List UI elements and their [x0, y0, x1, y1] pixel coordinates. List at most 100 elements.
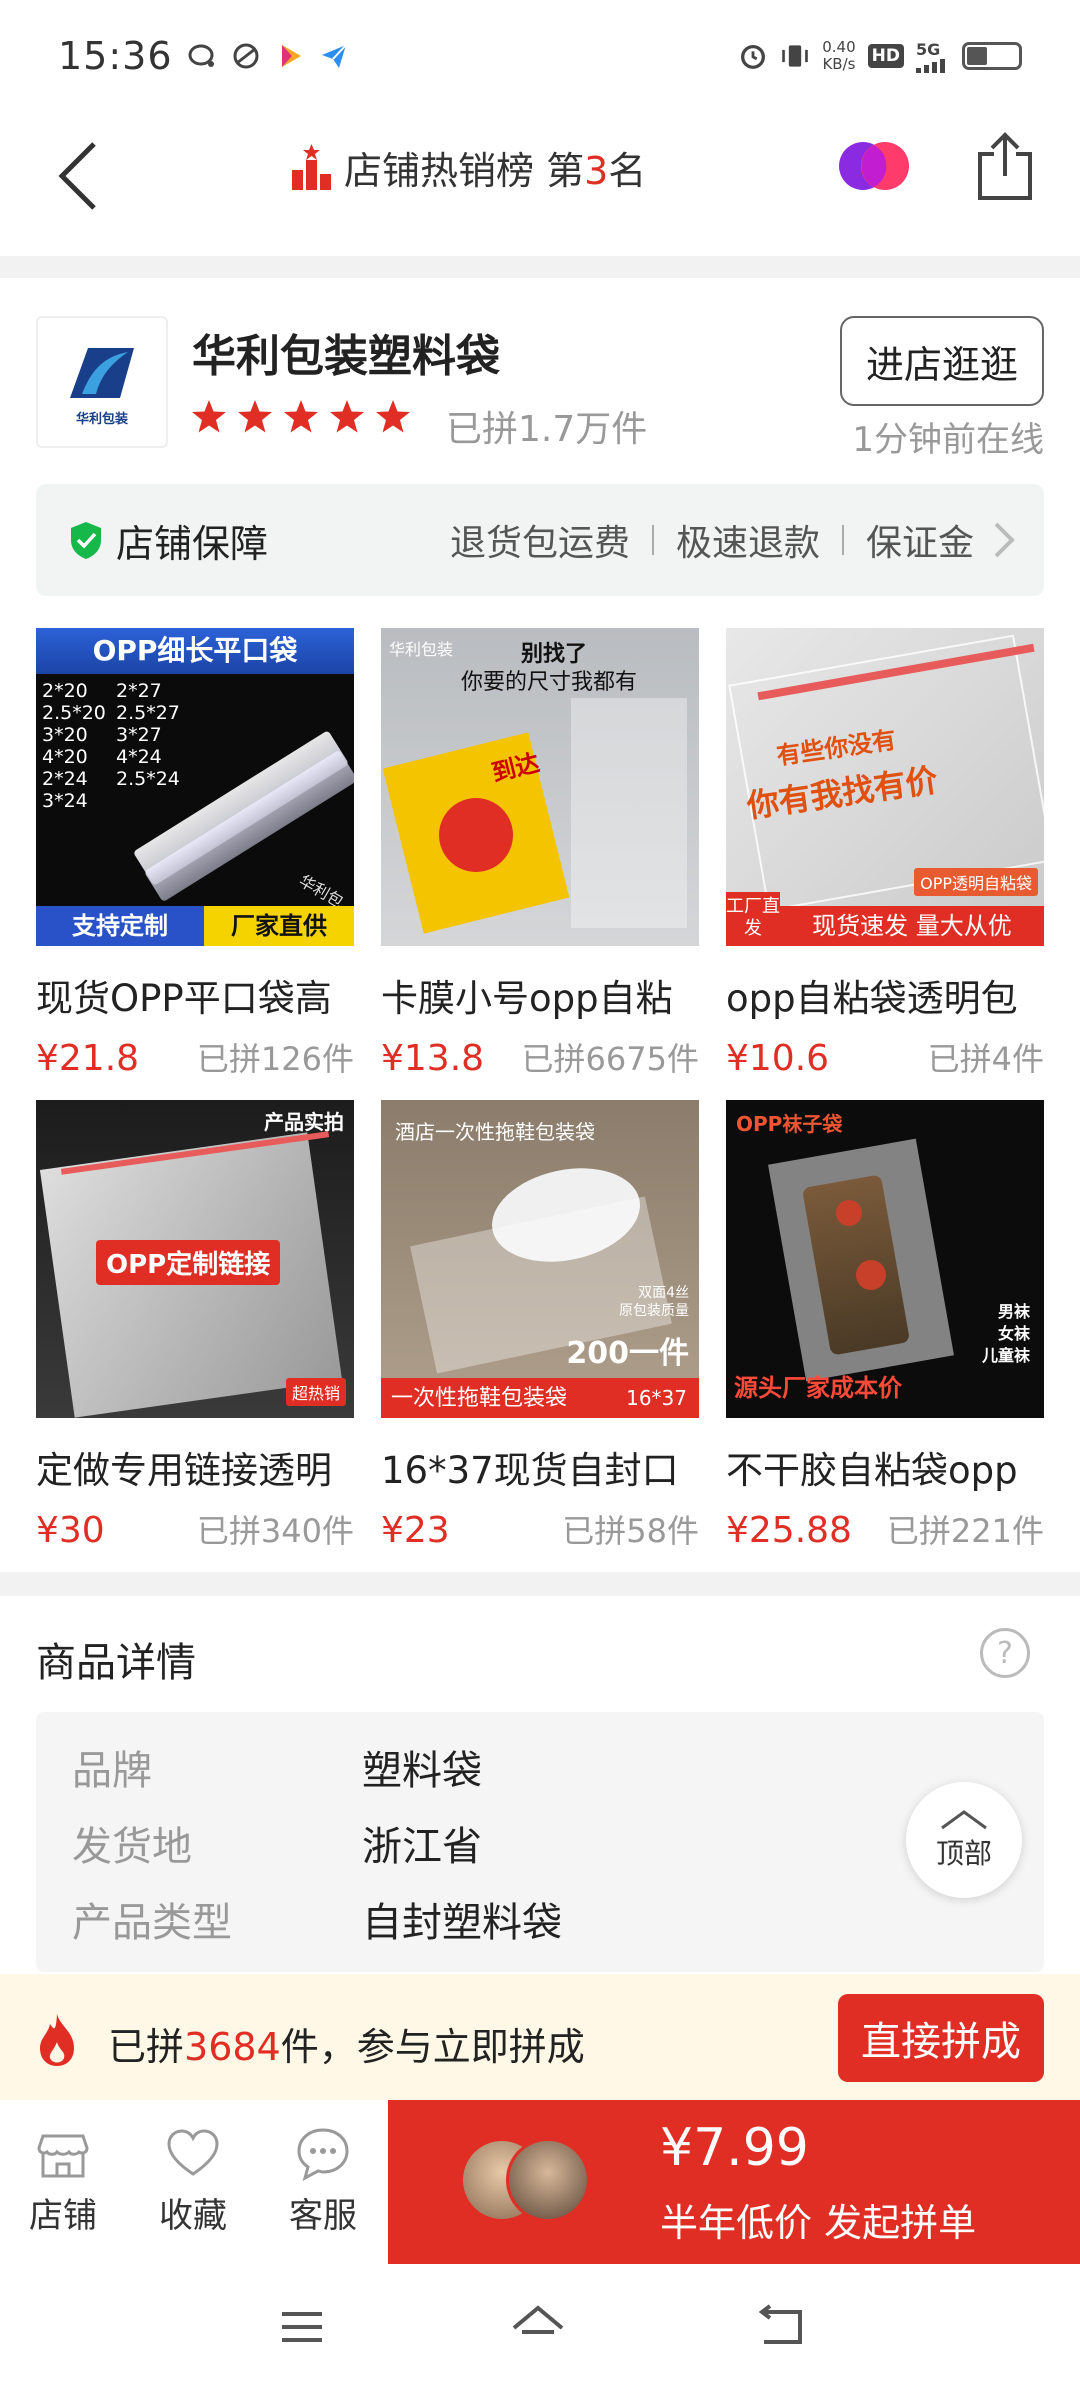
status-bar: 15:36 0.40 KB/s HD 5G — [0, 0, 1080, 112]
system-nav-bar — [0, 2264, 1080, 2388]
product-card[interactable]: 酒店一次性拖鞋包装袋 双面4丝 原包装质量 200一件 一次性拖鞋包装袋 16*… — [381, 1100, 699, 1552]
page-title[interactable]: 店铺热销榜 第3名 — [290, 140, 646, 195]
loop-app-icon — [231, 41, 261, 71]
group-buy-banner: 已拼3684件，参与立即拼成 直接拼成 — [0, 1974, 1080, 2100]
details-row: 发货地 浙江省 — [72, 1824, 482, 1870]
product-card[interactable]: OPP袜子袋 男袜 女袜 儿童袜 源头厂家成本价 不干胶自粘袋opp ¥25.8… — [726, 1100, 1044, 1552]
product-title: 定做专用链接透明 — [36, 1449, 332, 1492]
product-image: 产品实拍 OPP定制链接 超热销 — [36, 1100, 354, 1418]
back-to-top-button[interactable]: 顶部 — [906, 1782, 1022, 1898]
home-nav-button[interactable] — [508, 2302, 568, 2352]
back-button[interactable] — [50, 136, 110, 216]
back-icon — [758, 2304, 802, 2344]
product-sold: 已拼340件 — [196, 1512, 354, 1550]
product-sold: 已拼6675件 — [521, 1040, 699, 1078]
size-label: 3*24 — [42, 790, 88, 812]
product-image: 酒店一次性拖鞋包装袋 双面4丝 原包装质量 200一件 一次性拖鞋包装袋 16*… — [381, 1100, 699, 1418]
product-card[interactable]: 华利包装 别找了 你要的尺寸我都有 到达 卡膜小号opp自粘 ¥13.8 已拼66… — [381, 628, 699, 1080]
star-icon — [238, 400, 272, 433]
separator — [841, 525, 844, 555]
flame-icon — [40, 2014, 74, 2066]
size-label: 2*27 — [116, 680, 162, 702]
product-card[interactable]: 产品实拍 OPP定制链接 超热销 定做专用链接透明 ¥30 已拼340件 — [36, 1100, 354, 1552]
avatar — [506, 2138, 590, 2222]
details-row: 品牌 塑料袋 — [72, 1748, 482, 1794]
tab-customer-service[interactable]: 客服 — [268, 2126, 378, 2237]
size-label: 2.5*24 — [116, 768, 180, 790]
heart-icon — [167, 2129, 219, 2176]
enter-shop-button[interactable]: 进店逛逛 — [840, 316, 1044, 406]
product-card[interactable]: 有些你没有 你有我找有价 OPP透明自粘袋 工厂直发 现货速发 量大从优 opp… — [726, 628, 1044, 1080]
tab-shop[interactable]: 店铺 — [8, 2126, 118, 2237]
share-button[interactable] — [974, 130, 1036, 204]
group-buy-subtitle: 半年低价 发起拼单 — [660, 2201, 977, 2245]
section-divider — [0, 256, 1080, 278]
guarantee-item: 退货包运费 — [449, 523, 630, 564]
menu-nav-button[interactable] — [272, 2302, 332, 2352]
send-app-icon — [319, 41, 349, 71]
share-icon — [978, 132, 1032, 200]
hd-badge: HD — [867, 44, 904, 68]
guarantee-title: 店铺保障 — [116, 521, 269, 566]
signal-icon: 5G — [916, 40, 950, 73]
product-title: 现货OPP平口袋高 — [36, 977, 332, 1020]
product-image: 华利包装 别找了 你要的尺寸我都有 到达 — [381, 628, 699, 946]
shop-guarantee-bar[interactable]: 店铺保障 退货包运费 极速退款 保证金 — [36, 484, 1044, 596]
chevron-up-icon — [941, 1810, 987, 1830]
shop-rating — [190, 398, 412, 436]
star-icon — [330, 400, 364, 433]
star-icon — [376, 400, 410, 433]
product-title: 不干胶自粘袋opp — [726, 1449, 1018, 1492]
product-image: OPP细长平口袋 2*20 2*272.5*20 2.5*273*20 3*274*2… — [36, 628, 354, 946]
buyer-avatars — [460, 2138, 590, 2226]
chevron-right-icon — [994, 522, 1015, 558]
chat-bubble-icon — [297, 2128, 349, 2181]
shield-check-icon — [71, 522, 101, 559]
product-title: opp自粘袋透明包 — [726, 977, 1018, 1020]
status-time: 15:36 — [58, 34, 173, 78]
product-price: ¥25.88 — [726, 1510, 852, 1551]
details-title: 商品详情 — [36, 1640, 196, 1686]
group-buy-text: 已拼3684件，参与立即拼成 — [108, 2025, 585, 2069]
size-label: 2.5*27 — [116, 702, 180, 724]
back-nav-button[interactable] — [750, 2302, 810, 2352]
rank-suffix: 名 — [608, 149, 647, 193]
nav-header: 店铺热销榜 第3名 — [0, 112, 1080, 232]
size-label: 2*20 — [42, 680, 88, 702]
product-image: OPP袜子袋 男袜 女袜 儿童袜 源头厂家成本价 — [726, 1100, 1044, 1418]
shop-logo-text: 华利包装 — [75, 411, 128, 427]
size-label: 3*20 — [42, 724, 88, 746]
start-group-buy-button[interactable]: ¥7.99 半年低价 发起拼单 — [388, 2100, 1080, 2264]
product-price: ¥30 — [36, 1510, 105, 1551]
shop-name[interactable]: 华利包装塑料袋 — [192, 320, 500, 384]
product-price: ¥10.6 — [726, 1038, 830, 1079]
product-title: 卡膜小号opp自粘 — [381, 977, 673, 1020]
group-buy-price: ¥7.99 — [660, 2118, 809, 2178]
menu-icon — [282, 2312, 322, 2342]
product-title: 16*37现货自封口 — [381, 1449, 679, 1492]
brand-logo-button[interactable] — [836, 138, 912, 194]
vibrate-icon — [780, 41, 810, 71]
shop-logo[interactable]: 华利包装 — [36, 316, 168, 448]
battery-icon — [962, 42, 1022, 70]
store-icon — [37, 2134, 89, 2178]
details-table: 品牌 塑料袋 发货地 浙江省 产品类型 自封塑料袋 — [36, 1712, 1044, 1972]
group-buy-count: 3684 — [184, 2025, 281, 2069]
back-to-top-label: 顶部 — [935, 1837, 992, 1870]
star-icon — [284, 400, 318, 433]
help-icon[interactable]: ? — [980, 1628, 1030, 1678]
size-label: 3*27 — [116, 724, 162, 746]
product-price: ¥13.8 — [381, 1038, 485, 1079]
rank-number: 3 — [584, 149, 609, 193]
product-sold: 已拼4件 — [927, 1040, 1044, 1078]
size-label: 2.5*20 — [42, 702, 106, 724]
product-card[interactable]: OPP细长平口袋 2*20 2*272.5*20 2.5*273*20 3*274*2… — [36, 628, 354, 1080]
tab-favorite[interactable]: 收藏 — [138, 2126, 248, 2237]
product-sold: 已拼58件 — [562, 1512, 699, 1550]
direct-join-button[interactable]: 直接拼成 — [838, 1994, 1044, 2082]
title-text: 店铺热销榜 第 — [344, 149, 585, 193]
chat-icon — [187, 41, 217, 71]
section-divider — [0, 1572, 1080, 1596]
size-label: 4*24 — [116, 746, 162, 768]
shop-sold-count: 已拼1.7万件 — [446, 409, 648, 450]
